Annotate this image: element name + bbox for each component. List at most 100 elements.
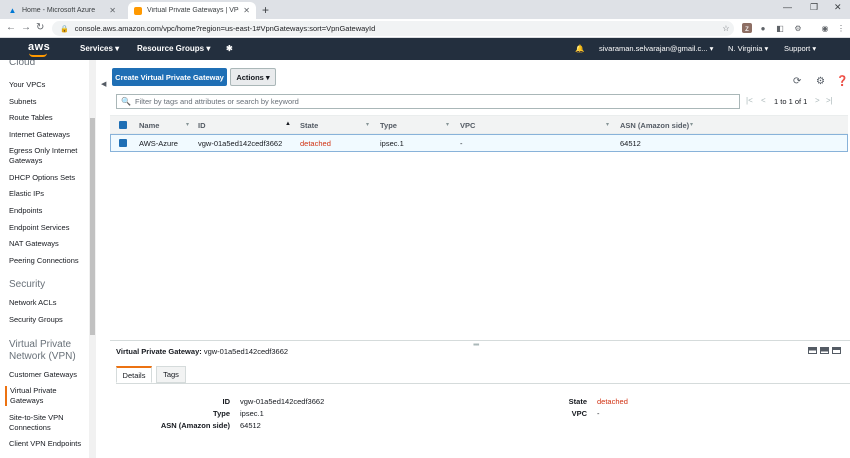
- cell-state: detached: [300, 139, 331, 148]
- account-menu[interactable]: sivaraman.selvarajan@gmail.c... ▾: [599, 44, 713, 53]
- maximize-icon[interactable]: ❐: [810, 2, 818, 13]
- panel-layout-icon[interactable]: [832, 347, 841, 354]
- new-tab-icon[interactable]: +: [262, 3, 269, 17]
- url-input[interactable]: 🔒 console.aws.amazon.com/vpc/home?region…: [52, 21, 734, 36]
- sidebar-item-endpoints[interactable]: Endpoints: [9, 206, 42, 216]
- first-page-icon[interactable]: |<: [746, 96, 753, 105]
- bell-icon[interactable]: 🔔: [575, 44, 584, 53]
- last-page-icon[interactable]: >|: [826, 96, 833, 105]
- sidebar-item-subnets[interactable]: Subnets: [9, 97, 37, 107]
- sidebar-item-security-groups[interactable]: Security Groups: [9, 315, 63, 325]
- close-icon[interactable]: ✕: [243, 6, 250, 15]
- services-label: Services: [80, 44, 113, 53]
- sort-icon[interactable]: ▾: [366, 121, 369, 128]
- sidebar-item-dhcp-options-sets[interactable]: DHCP Options Sets: [9, 173, 75, 183]
- column-header-asn[interactable]: ASN (Amazon side): [620, 121, 689, 130]
- star-icon[interactable]: ☆: [721, 23, 731, 33]
- tab-details[interactable]: Details: [116, 366, 152, 383]
- aws-icon: [134, 6, 142, 15]
- panel-resize-handle[interactable]: ▪▪▪: [473, 340, 479, 349]
- sort-icon[interactable]: ▾: [446, 121, 449, 128]
- help-icon[interactable]: ❓: [836, 76, 848, 87]
- support-menu[interactable]: Support ▾: [784, 44, 816, 53]
- forward-icon[interactable]: →: [21, 22, 31, 33]
- cell-id: vgw-01a5ed142cedf3662: [198, 139, 283, 148]
- browser-tab-azure[interactable]: ▲ Home - Microsoft Azure ✕: [2, 2, 122, 19]
- sort-icon[interactable]: ▾: [186, 121, 189, 128]
- profile-icon[interactable]: ◉: [820, 23, 830, 33]
- url-text: console.aws.amazon.com/vpc/home?region=u…: [74, 24, 376, 33]
- sidebar-item-site-to-site-vpn-connections[interactable]: Site-to-Site VPN Connections: [9, 413, 79, 433]
- sidebar-item-peering-connections[interactable]: Peering Connections: [9, 256, 79, 266]
- cell-vpc: -: [460, 139, 463, 148]
- back-icon[interactable]: ←: [6, 22, 16, 33]
- browser-tab-vpc[interactable]: Virtual Private Gateways | VPC M ✕: [128, 2, 256, 19]
- sidebar-item-route-tables[interactable]: Route Tables: [9, 113, 53, 123]
- detail-value-type: ipsec.1: [240, 409, 264, 418]
- gear-icon[interactable]: ⚙: [816, 76, 825, 87]
- column-header-type[interactable]: Type: [380, 121, 397, 130]
- tab-title: Virtual Private Gateways | VPC M: [147, 7, 239, 14]
- tab-title: Home - Microsoft Azure: [22, 7, 96, 14]
- sidebar-item-virtual-private-gateways[interactable]: Virtual Private Gateways: [5, 386, 75, 406]
- logo-text: aws: [28, 41, 51, 53]
- collapse-sidebar-icon[interactable]: ◀: [101, 80, 106, 88]
- detail-title-value: vgw-01a5ed142cedf3662: [203, 347, 289, 356]
- panel-layout-icon[interactable]: [808, 347, 817, 354]
- prev-page-icon[interactable]: <: [761, 96, 766, 105]
- sidebar-item-your-vpcs[interactable]: Your VPCs: [9, 80, 45, 90]
- extension-icon[interactable]: z: [742, 23, 752, 33]
- detail-value-vpc: -: [597, 409, 600, 418]
- panel-layout-icon[interactable]: [820, 347, 829, 354]
- sidebar-item-endpoint-services[interactable]: Endpoint Services: [9, 223, 69, 233]
- sidebar-item-client-vpn-endpoints[interactable]: Client VPN Endpoints: [9, 439, 81, 449]
- services-menu[interactable]: Services ▾: [80, 44, 119, 53]
- table-row[interactable]: AWS-Azure vgw-01a5ed142cedf3662 detached…: [110, 134, 848, 152]
- detail-value-state: detached: [597, 397, 628, 406]
- sidebar-item-internet-gateways[interactable]: Internet Gateways: [9, 130, 70, 140]
- aws-navbar: aws Services ▾ Resource Groups ▾ ✱ 🔔 siv…: [0, 38, 850, 60]
- close-icon[interactable]: ✕: [109, 6, 116, 15]
- region-label: N. Virginia: [728, 44, 763, 53]
- pin-icon[interactable]: ✱: [226, 44, 233, 53]
- pagination-text: 1 to 1 of 1: [774, 97, 808, 106]
- minimize-icon[interactable]: —: [783, 2, 792, 12]
- row-checkbox[interactable]: [119, 139, 127, 147]
- detail-value-id: vgw-01a5ed142cedf3662: [240, 397, 325, 406]
- detail-title-label: Virtual Private Gateway:: [116, 347, 202, 356]
- account-label: sivaraman.selvarajan@gmail.c...: [599, 44, 708, 53]
- aws-logo[interactable]: aws: [28, 41, 51, 57]
- column-header-id[interactable]: ID: [198, 121, 206, 130]
- actions-button[interactable]: Actions ▾: [230, 68, 276, 86]
- reload-icon[interactable]: ↻: [36, 22, 44, 33]
- extension-icon[interactable]: ●: [758, 23, 768, 33]
- window-close-icon[interactable]: ✕: [834, 2, 842, 13]
- column-header-state[interactable]: State: [300, 121, 318, 130]
- sidebar-item-egress-only-internet-gateways[interactable]: Egress Only Internet Gateways: [9, 146, 84, 166]
- next-page-icon[interactable]: >: [815, 96, 820, 105]
- column-header-name[interactable]: Name: [139, 121, 159, 130]
- refresh-icon[interactable]: ⟳: [793, 76, 801, 87]
- sidebar-item-customer-gateways[interactable]: Customer Gateways: [9, 370, 77, 380]
- sidebar-item-nat-gateways[interactable]: NAT Gateways: [9, 239, 59, 249]
- menu-icon[interactable]: ⋮: [836, 23, 846, 33]
- detail-label-vpc: VPC: [571, 409, 587, 418]
- region-menu[interactable]: N. Virginia ▾: [728, 44, 768, 53]
- extension-icon[interactable]: ⚙: [793, 23, 803, 33]
- resource-groups-label: Resource Groups: [137, 44, 205, 53]
- tab-divider: [116, 383, 850, 384]
- search-input[interactable]: 🔍 Filter by tags and attributes or searc…: [116, 94, 740, 109]
- resource-groups-menu[interactable]: Resource Groups ▾: [137, 44, 210, 53]
- tab-tags[interactable]: Tags: [156, 366, 186, 383]
- sidebar-item-network-acls[interactable]: Network ACLs: [9, 298, 57, 308]
- create-vpg-button[interactable]: Create Virtual Private Gateway: [112, 68, 227, 86]
- detail-label-state: State: [568, 397, 587, 406]
- select-all-checkbox[interactable]: [119, 121, 127, 129]
- sidebar-item-elastic-ips[interactable]: Elastic IPs: [9, 189, 44, 199]
- sidebar-scroll-thumb[interactable]: [90, 118, 95, 335]
- sort-icon[interactable]: ▾: [606, 121, 609, 128]
- sort-icon[interactable]: ▾: [690, 121, 693, 128]
- extension-icon[interactable]: ◧: [775, 23, 785, 33]
- column-header-vpc[interactable]: VPC: [460, 121, 475, 130]
- sort-asc-icon[interactable]: ▲: [285, 121, 291, 127]
